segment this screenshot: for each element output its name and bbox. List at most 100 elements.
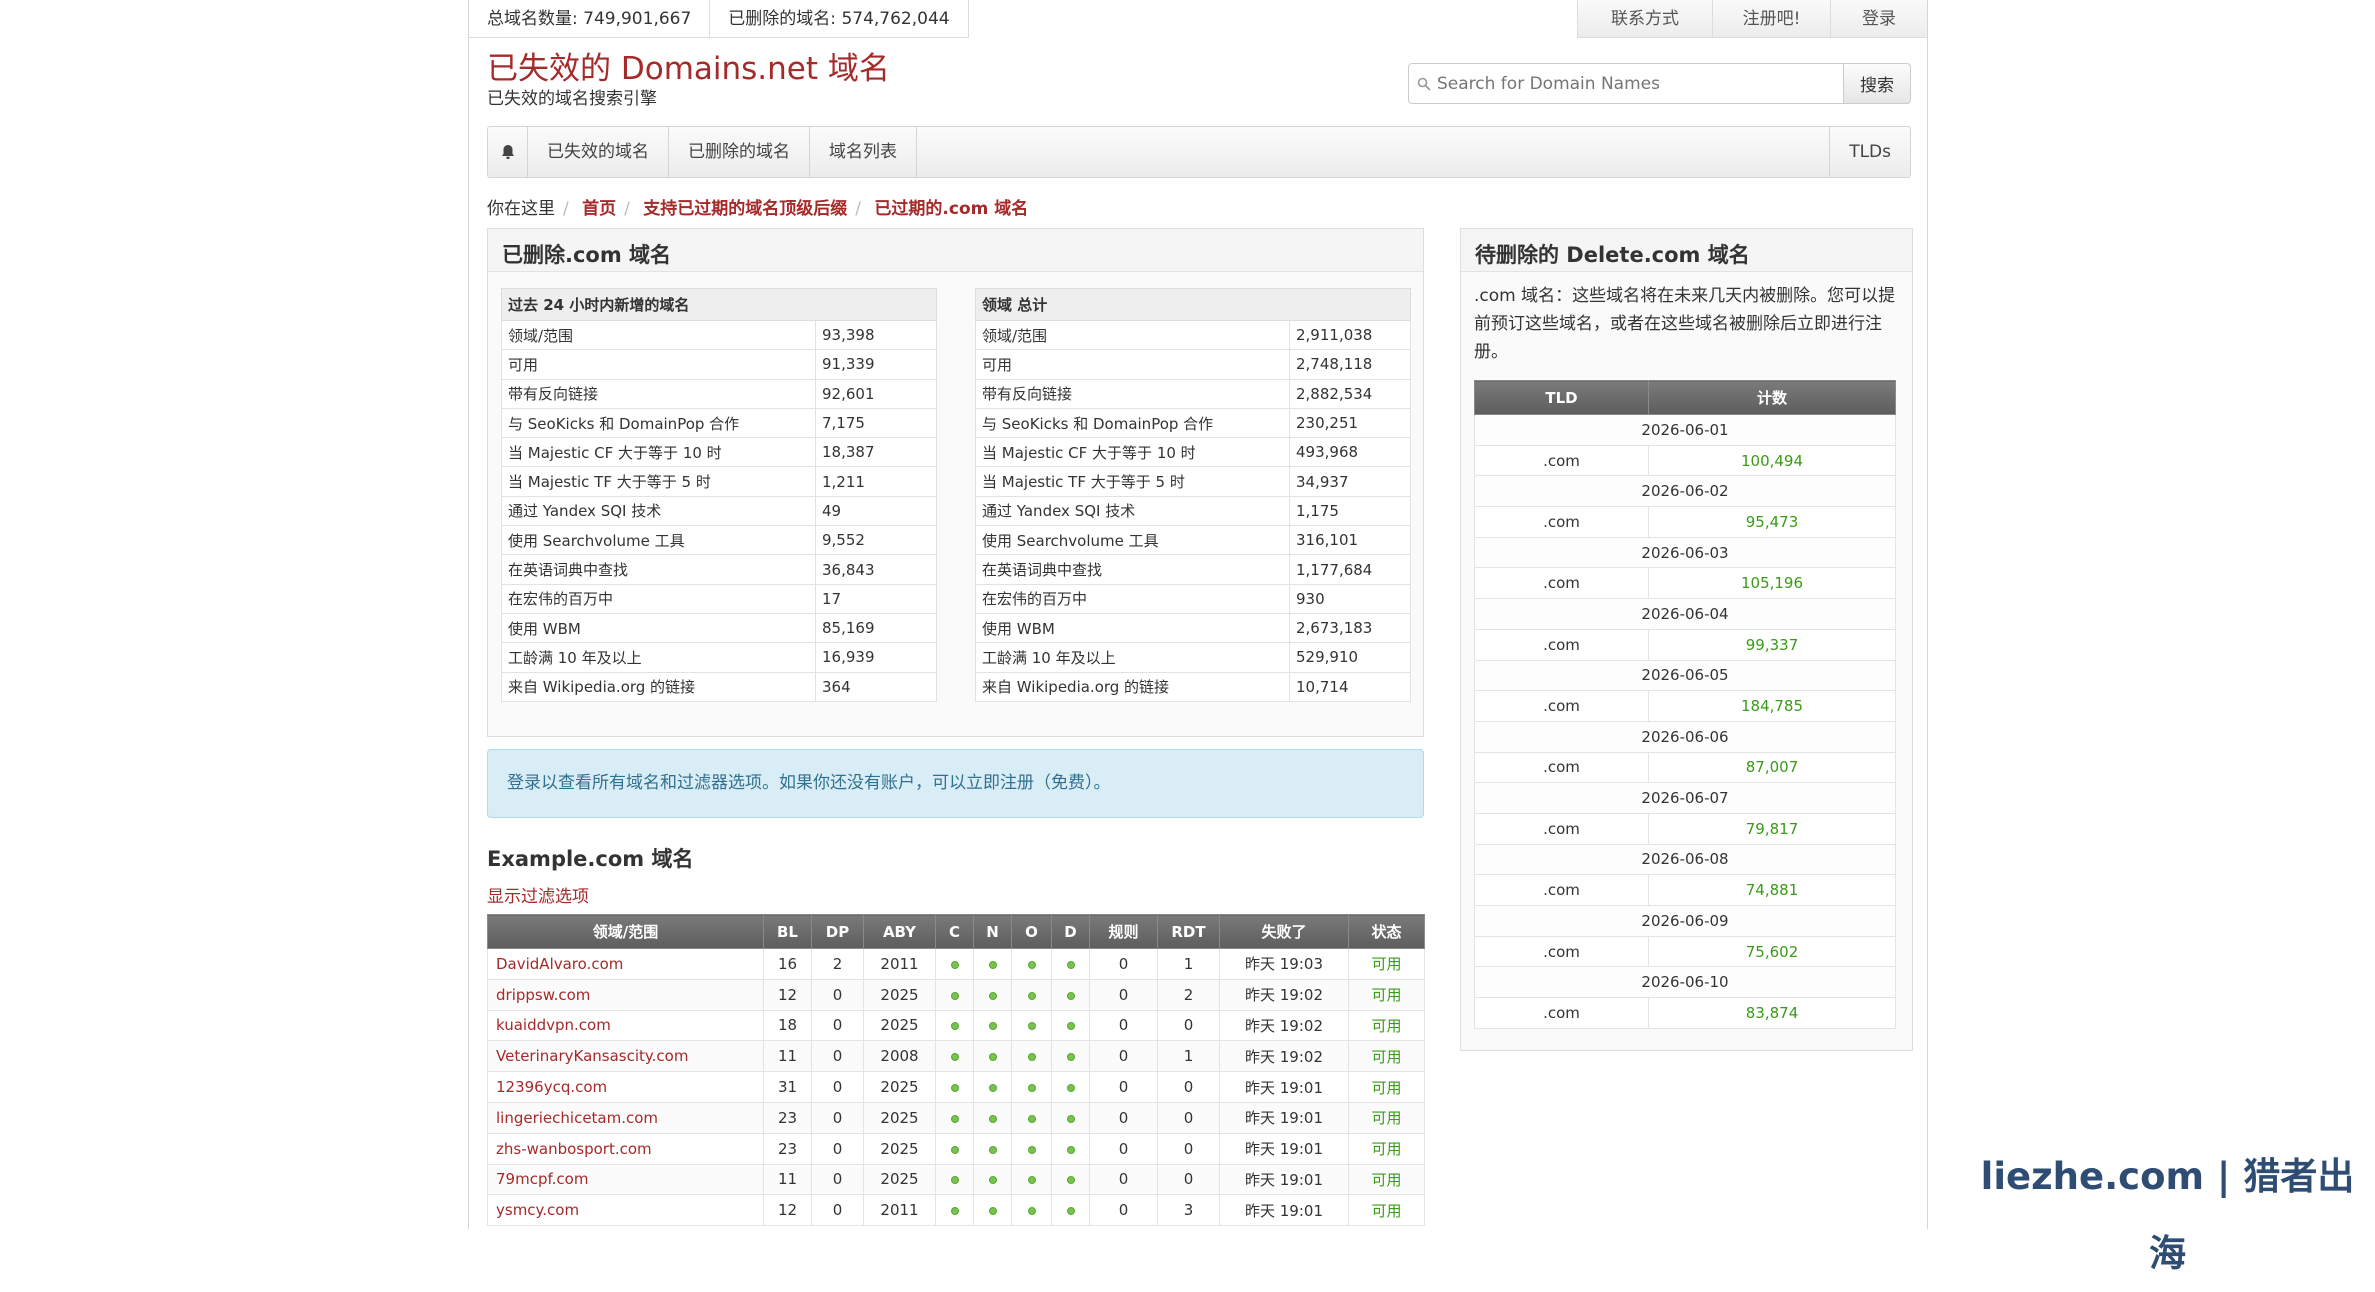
count-link[interactable]: 75,602 bbox=[1648, 935, 1896, 968]
nav-deleted-domains[interactable]: 已删除的域名 bbox=[669, 127, 810, 177]
stat-row: 在宏伟的百万中 930 bbox=[975, 583, 1411, 614]
status-cell: 可用 bbox=[1348, 1163, 1425, 1196]
date-cell: 2026-06-04 bbox=[1474, 598, 1896, 630]
tld-cell: .com bbox=[1474, 690, 1649, 722]
count-link[interactable]: 74,881 bbox=[1648, 874, 1896, 906]
stat-row: 与 SeoKicks 和 DomainPop 合作 7,175 bbox=[501, 407, 937, 439]
search-button[interactable]: 搜索 bbox=[1844, 63, 1911, 104]
domain-link[interactable]: 79mcpf.com bbox=[487, 1163, 764, 1196]
stat-value: 529,910 bbox=[1289, 642, 1411, 673]
bl-cell: 11 bbox=[763, 1163, 812, 1196]
stat-value: 9,552 bbox=[815, 525, 937, 556]
date-cell: 2026-06-02 bbox=[1474, 475, 1896, 508]
count-link[interactable]: 95,473 bbox=[1648, 506, 1896, 538]
stat-row: 使用 Searchvolume 工具 316,101 bbox=[975, 525, 1411, 556]
stat-label: 在宏伟的百万中 bbox=[501, 583, 816, 614]
column-header[interactable]: RDT bbox=[1157, 914, 1220, 949]
show-filter-link[interactable]: 显示过滤选项 bbox=[487, 882, 589, 907]
site-title[interactable]: 已失效的 Domains.net 域名 bbox=[487, 50, 890, 88]
green-dot-icon bbox=[1066, 1053, 1075, 1062]
count-row: .com 75,602 bbox=[1474, 935, 1896, 968]
column-header[interactable]: 状态 bbox=[1348, 914, 1425, 949]
table-row: kuaiddvpn.com 18 0 2025 0 0 昨天 19:02 可用 bbox=[487, 1009, 1425, 1042]
register-link[interactable]: 注册吧! bbox=[1712, 0, 1830, 37]
count-link[interactable]: 105,196 bbox=[1648, 567, 1896, 600]
count-link[interactable]: 79,817 bbox=[1648, 812, 1896, 845]
total-domains-stat: 总域名数量: 749,901,667 bbox=[469, 0, 711, 37]
rdt-cell: 2 bbox=[1157, 978, 1220, 1011]
indicator-cell bbox=[1011, 1101, 1052, 1134]
stat-row: 领域/范围 2,911,038 bbox=[975, 319, 1411, 351]
indicator-cell bbox=[935, 1040, 974, 1073]
column-header[interactable]: 领域/范围 bbox=[487, 914, 764, 949]
stat-row: 使用 WBM 85,169 bbox=[501, 612, 937, 644]
search-input[interactable] bbox=[1437, 73, 1837, 94]
domain-link[interactable]: drippsw.com bbox=[487, 978, 764, 1011]
green-dot-icon bbox=[988, 1145, 997, 1154]
breadcrumb-current[interactable]: 已过期的.com 域名 bbox=[874, 199, 1028, 219]
green-dot-icon bbox=[950, 1053, 959, 1062]
breadcrumb-tlds[interactable]: 支持已过期的域名顶级后缀 bbox=[643, 199, 847, 219]
column-header[interactable]: DP bbox=[811, 914, 864, 949]
aby-cell: 2011 bbox=[863, 948, 936, 980]
table-row: zhs-wanbosport.com 23 0 2025 0 0 昨天 19:01 可用 bbox=[487, 1132, 1425, 1165]
col-tld[interactable]: TLD bbox=[1474, 380, 1649, 415]
column-header[interactable]: D bbox=[1051, 914, 1090, 949]
indicator-cell bbox=[1011, 978, 1052, 1011]
stat-row: 通过 Yandex SQI 技术 1,175 bbox=[975, 495, 1411, 527]
col-count[interactable]: 计数 bbox=[1648, 380, 1896, 415]
search-field[interactable] bbox=[1408, 63, 1844, 104]
domain-link[interactable]: kuaiddvpn.com bbox=[487, 1009, 764, 1042]
main-nav: 已失效的域名 已删除的域名 域名列表 TLDs bbox=[487, 126, 1911, 178]
stat-label: 在英语词典中查找 bbox=[501, 554, 816, 585]
green-dot-icon bbox=[950, 991, 959, 1000]
login-link[interactable]: 登录 bbox=[1830, 0, 1927, 37]
indicator-cell bbox=[1051, 1132, 1090, 1165]
column-header[interactable]: N bbox=[973, 914, 1012, 949]
stat-label: 领域/范围 bbox=[975, 319, 1290, 351]
count-link[interactable]: 87,007 bbox=[1648, 751, 1896, 784]
domain-link[interactable]: ysmcy.com bbox=[487, 1194, 764, 1227]
nav-domain-list[interactable]: 域名列表 bbox=[810, 127, 917, 177]
count-link[interactable]: 99,337 bbox=[1648, 628, 1896, 661]
dp-cell: 0 bbox=[811, 1040, 864, 1073]
total-header: 领域 总计 bbox=[975, 288, 1411, 321]
stat-value: 2,673,183 bbox=[1289, 612, 1411, 644]
domain-link[interactable]: 12396ycq.com bbox=[487, 1071, 764, 1103]
column-header[interactable]: C bbox=[935, 914, 974, 949]
breadcrumb-home[interactable]: 首页 bbox=[582, 199, 616, 219]
stat-label: 使用 WBM bbox=[975, 612, 1290, 644]
column-header[interactable]: O bbox=[1011, 914, 1052, 949]
stat-row: 可用 91,339 bbox=[501, 349, 937, 380]
stat-value: 2,748,118 bbox=[1289, 349, 1411, 380]
column-header[interactable]: ABY bbox=[863, 914, 936, 949]
stat-label: 工龄满 10 年及以上 bbox=[975, 642, 1290, 673]
column-header[interactable]: 失败了 bbox=[1219, 914, 1349, 949]
count-link[interactable]: 100,494 bbox=[1648, 444, 1896, 477]
column-header[interactable]: BL bbox=[763, 914, 812, 949]
nav-expired-domains[interactable]: 已失效的域名 bbox=[528, 127, 669, 177]
count-row: .com 100,494 bbox=[1474, 444, 1896, 477]
column-header[interactable]: 规则 bbox=[1089, 914, 1158, 949]
nav-tlds[interactable]: TLDs bbox=[1829, 127, 1910, 177]
contact-link[interactable]: 联系方式 bbox=[1578, 0, 1712, 37]
nav-home[interactable] bbox=[488, 127, 528, 177]
bl-cell: 31 bbox=[763, 1071, 812, 1103]
dp-cell: 2 bbox=[811, 948, 864, 980]
domain-link[interactable]: DavidAlvaro.com bbox=[487, 948, 764, 980]
indicator-cell bbox=[1011, 1071, 1052, 1103]
status-cell: 可用 bbox=[1348, 1040, 1425, 1073]
domain-link[interactable]: VeterinaryKansascity.com bbox=[487, 1040, 764, 1073]
count-link[interactable]: 83,874 bbox=[1648, 997, 1896, 1029]
dp-cell: 0 bbox=[811, 1132, 864, 1165]
green-dot-icon bbox=[950, 1176, 959, 1185]
green-dot-icon bbox=[1027, 1176, 1036, 1185]
count-row: .com 95,473 bbox=[1474, 506, 1896, 538]
rdt-cell: 0 bbox=[1157, 1071, 1220, 1103]
domain-link[interactable]: zhs-wanbosport.com bbox=[487, 1132, 764, 1165]
stat-row: 通过 Yandex SQI 技术 49 bbox=[501, 495, 937, 527]
domain-link[interactable]: lingeriechicetam.com bbox=[487, 1101, 764, 1134]
table-row: lingeriechicetam.com 23 0 2025 0 0 昨天 19:01 可用 bbox=[487, 1101, 1425, 1134]
count-link[interactable]: 184,785 bbox=[1648, 690, 1896, 722]
indicator-cell bbox=[1051, 1101, 1090, 1134]
